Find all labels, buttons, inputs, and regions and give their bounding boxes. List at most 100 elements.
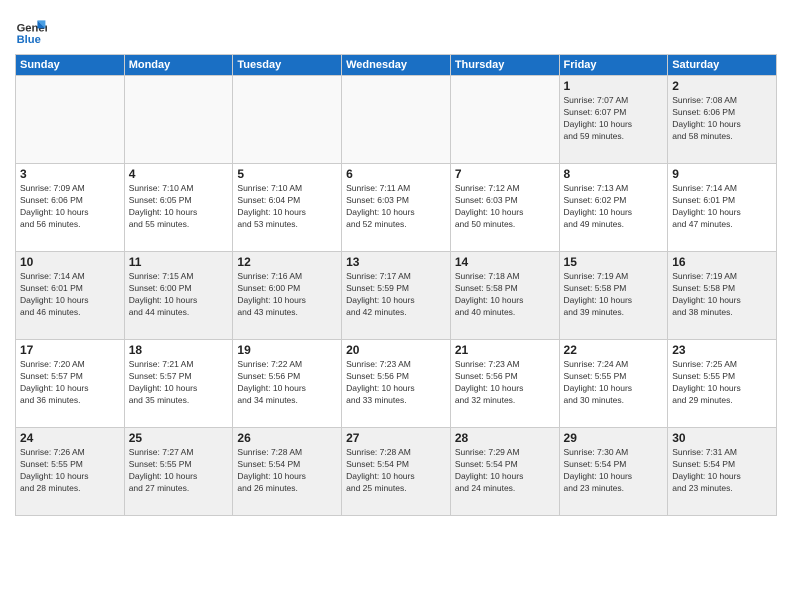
day-info: Sunrise: 7:08 AM Sunset: 6:06 PM Dayligh… [672,95,772,143]
calendar-cell: 13 Sunrise: 7:17 AM Sunset: 5:59 PM Dayli… [342,252,451,340]
day-info: Sunrise: 7:18 AM Sunset: 5:58 PM Dayligh… [455,271,555,319]
day-number: 2 [672,79,772,93]
calendar-cell: 20 Sunrise: 7:23 AM Sunset: 5:56 PM Dayli… [342,340,451,428]
calendar-cell: 7Sunrise: 7:12 AM Sunset: 6:03 PM Daylig… [450,164,559,252]
day-number: 28 [455,431,555,445]
calendar-cell [124,76,233,164]
day-number: 13 [346,255,446,269]
calendar-header-wednesday: Wednesday [342,55,451,76]
day-info: Sunrise: 7:11 AM Sunset: 6:03 PM Dayligh… [346,183,446,231]
day-number: 21 [455,343,555,357]
calendar-cell: 26 Sunrise: 7:28 AM Sunset: 5:54 PM Dayli… [233,428,342,516]
day-info: Sunrise: 7:23 AM Sunset: 5:56 PM Dayligh… [346,359,446,407]
day-number: 30 [672,431,772,445]
day-number: 16 [672,255,772,269]
calendar-cell: 18 Sunrise: 7:21 AM Sunset: 5:57 PM Dayli… [124,340,233,428]
day-number: 15 [564,255,664,269]
day-number: 4 [129,167,229,181]
day-number: 22 [564,343,664,357]
calendar-cell: 21Sunrise: 7:23 AM Sunset: 5:56 PM Dayli… [450,340,559,428]
day-number: 18 [129,343,229,357]
day-info: Sunrise: 7:16 AM Sunset: 6:00 PM Dayligh… [237,271,337,319]
calendar-cell: 6 Sunrise: 7:11 AM Sunset: 6:03 PM Daylig… [342,164,451,252]
day-number: 14 [455,255,555,269]
calendar-cell: 27 Sunrise: 7:28 AM Sunset: 5:54 PM Dayli… [342,428,451,516]
day-info: Sunrise: 7:15 AM Sunset: 6:00 PM Dayligh… [129,271,229,319]
calendar-cell: 16 Sunrise: 7:19 AM Sunset: 5:58 PM Dayli… [668,252,777,340]
day-info: Sunrise: 7:27 AM Sunset: 5:55 PM Dayligh… [129,447,229,495]
calendar-cell: 15 Sunrise: 7:19 AM Sunset: 5:58 PM Dayli… [559,252,668,340]
day-number: 24 [20,431,120,445]
day-info: Sunrise: 7:07 AM Sunset: 6:07 PM Dayligh… [564,95,664,143]
day-info: Sunrise: 7:24 AM Sunset: 5:55 PM Dayligh… [564,359,664,407]
calendar-cell [16,76,125,164]
day-number: 25 [129,431,229,445]
day-info: Sunrise: 7:19 AM Sunset: 5:58 PM Dayligh… [672,271,772,319]
calendar-cell: 4 Sunrise: 7:10 AM Sunset: 6:05 PM Daylig… [124,164,233,252]
calendar-cell: 28 Sunrise: 7:29 AM Sunset: 5:54 PM Dayli… [450,428,559,516]
day-number: 23 [672,343,772,357]
calendar-cell [233,76,342,164]
calendar-cell: 30 Sunrise: 7:31 AM Sunset: 5:54 PM Dayli… [668,428,777,516]
day-info: Sunrise: 7:25 AM Sunset: 5:55 PM Dayligh… [672,359,772,407]
day-number: 19 [237,343,337,357]
calendar-cell: 22 Sunrise: 7:24 AM Sunset: 5:55 PM Dayli… [559,340,668,428]
day-info: Sunrise: 7:20 AM Sunset: 5:57 PM Dayligh… [20,359,120,407]
day-info: Sunrise: 7:17 AM Sunset: 5:59 PM Dayligh… [346,271,446,319]
calendar-cell: 11 Sunrise: 7:15 AM Sunset: 6:00 PM Dayli… [124,252,233,340]
day-info: Sunrise: 7:14 AM Sunset: 6:01 PM Dayligh… [672,183,772,231]
calendar-cell: 17 Sunrise: 7:20 AM Sunset: 5:57 PM Dayli… [16,340,125,428]
day-number: 6 [346,167,446,181]
calendar-cell: 9 Sunrise: 7:14 AM Sunset: 6:01 PM Daylig… [668,164,777,252]
calendar-week-2: 10Sunrise: 7:14 AM Sunset: 6:01 PM Dayli… [16,252,777,340]
day-info: Sunrise: 7:19 AM Sunset: 5:58 PM Dayligh… [564,271,664,319]
day-info: Sunrise: 7:13 AM Sunset: 6:02 PM Dayligh… [564,183,664,231]
calendar-header-monday: Monday [124,55,233,76]
day-info: Sunrise: 7:31 AM Sunset: 5:54 PM Dayligh… [672,447,772,495]
calendar-cell: 29Sunrise: 7:30 AM Sunset: 5:54 PM Dayli… [559,428,668,516]
day-number: 7 [455,167,555,181]
calendar-header-saturday: Saturday [668,55,777,76]
page: General Blue SundayMondayTuesdayWednesda… [0,0,792,612]
calendar-header-row: SundayMondayTuesdayWednesdayThursdayFrid… [16,55,777,76]
calendar-cell: 19Sunrise: 7:22 AM Sunset: 5:56 PM Dayli… [233,340,342,428]
calendar-week-3: 17 Sunrise: 7:20 AM Sunset: 5:57 PM Dayli… [16,340,777,428]
day-info: Sunrise: 7:10 AM Sunset: 6:05 PM Dayligh… [129,183,229,231]
day-number: 26 [237,431,337,445]
day-info: Sunrise: 7:21 AM Sunset: 5:57 PM Dayligh… [129,359,229,407]
day-number: 1 [564,79,664,93]
day-number: 27 [346,431,446,445]
calendar: SundayMondayTuesdayWednesdayThursdayFrid… [15,54,777,516]
day-number: 5 [237,167,337,181]
calendar-cell: 1 Sunrise: 7:07 AM Sunset: 6:07 PM Daylig… [559,76,668,164]
logo-icon: General Blue [15,14,47,46]
day-info: Sunrise: 7:09 AM Sunset: 6:06 PM Dayligh… [20,183,120,231]
day-info: Sunrise: 7:30 AM Sunset: 5:54 PM Dayligh… [564,447,664,495]
day-info: Sunrise: 7:26 AM Sunset: 5:55 PM Dayligh… [20,447,120,495]
day-number: 11 [129,255,229,269]
calendar-cell: 5Sunrise: 7:10 AM Sunset: 6:04 PM Daylig… [233,164,342,252]
header: General Blue [15,10,777,46]
logo: General Blue [15,14,51,46]
day-number: 20 [346,343,446,357]
day-info: Sunrise: 7:14 AM Sunset: 6:01 PM Dayligh… [20,271,120,319]
day-info: Sunrise: 7:29 AM Sunset: 5:54 PM Dayligh… [455,447,555,495]
calendar-cell: 24 Sunrise: 7:26 AM Sunset: 5:55 PM Dayli… [16,428,125,516]
calendar-cell [342,76,451,164]
day-info: Sunrise: 7:28 AM Sunset: 5:54 PM Dayligh… [346,447,446,495]
calendar-header-thursday: Thursday [450,55,559,76]
day-number: 12 [237,255,337,269]
day-info: Sunrise: 7:28 AM Sunset: 5:54 PM Dayligh… [237,447,337,495]
calendar-cell [450,76,559,164]
calendar-cell: 23 Sunrise: 7:25 AM Sunset: 5:55 PM Dayli… [668,340,777,428]
calendar-cell: 25 Sunrise: 7:27 AM Sunset: 5:55 PM Dayli… [124,428,233,516]
calendar-week-4: 24 Sunrise: 7:26 AM Sunset: 5:55 PM Dayli… [16,428,777,516]
calendar-week-0: 1 Sunrise: 7:07 AM Sunset: 6:07 PM Daylig… [16,76,777,164]
calendar-cell: 8 Sunrise: 7:13 AM Sunset: 6:02 PM Daylig… [559,164,668,252]
calendar-cell: 10Sunrise: 7:14 AM Sunset: 6:01 PM Dayli… [16,252,125,340]
svg-text:Blue: Blue [17,34,41,46]
day-number: 17 [20,343,120,357]
calendar-week-1: 3Sunrise: 7:09 AM Sunset: 6:06 PM Daylig… [16,164,777,252]
day-number: 8 [564,167,664,181]
day-number: 9 [672,167,772,181]
